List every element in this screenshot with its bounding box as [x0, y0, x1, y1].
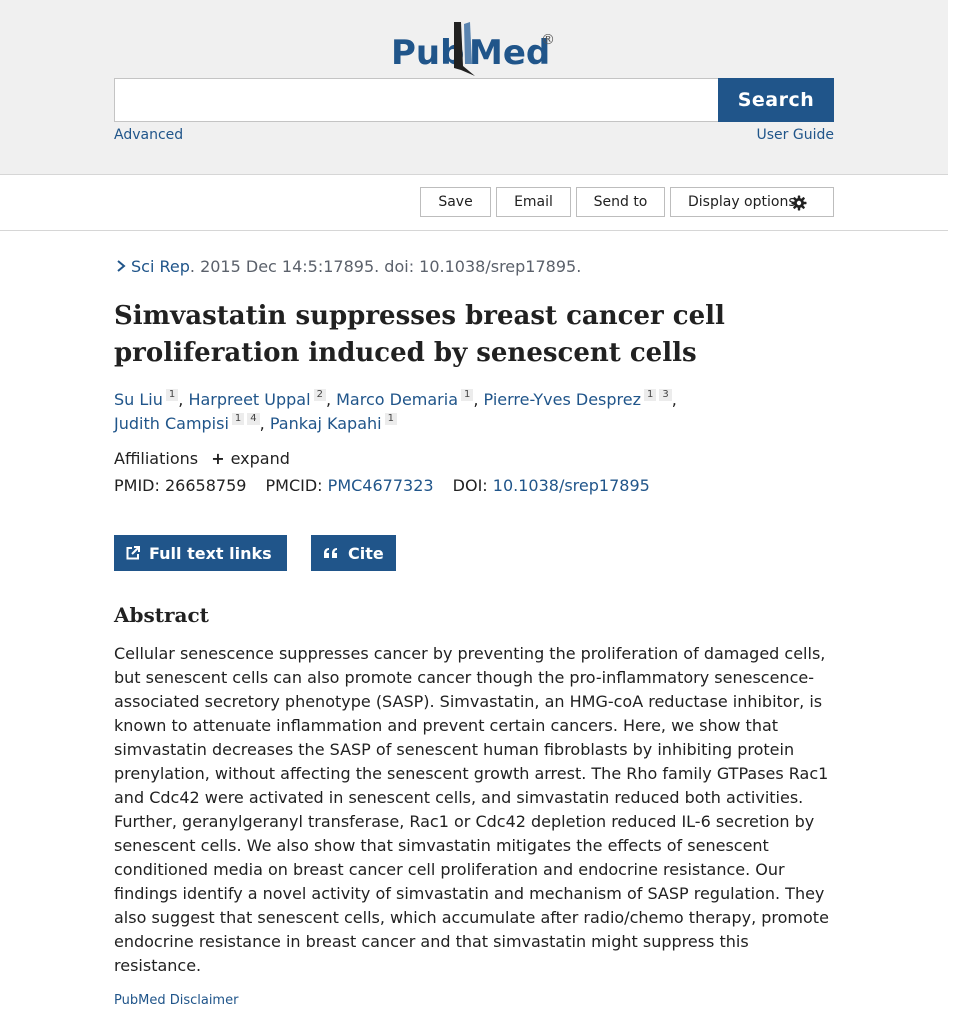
pubmed-logo[interactable]: Pub Med ® [391, 18, 561, 78]
chevron-right-icon[interactable] [114, 259, 128, 273]
pmid-label: PMID: [114, 476, 160, 495]
author-link[interactable]: Pankaj Kapahi [270, 414, 382, 433]
author-link[interactable]: Marco Demaria [336, 390, 458, 409]
full-text-links-button[interactable]: Full text links [114, 535, 287, 571]
author-separator: , [325, 390, 337, 409]
affiliation-number[interactable]: 1 [165, 389, 179, 401]
author-separator: , [178, 390, 189, 409]
advanced-search-link[interactable]: Advanced [114, 127, 183, 143]
affiliation-number[interactable]: 4 [247, 413, 260, 425]
cite-label: Cite [348, 543, 384, 563]
pmcid-label: PMCID: [265, 476, 323, 495]
affiliations-row: Affiliations + expand [114, 449, 290, 468]
svg-text:®: ® [541, 32, 555, 48]
email-button[interactable]: Email [496, 187, 571, 217]
affiliation-number[interactable]: 1 [384, 413, 397, 425]
plus-icon: + [211, 449, 225, 468]
citation-details: . 2015 Dec 14:5:17895. doi: 10.1038/srep… [189, 257, 582, 276]
article-identifiers: PMID: 26658759 PMCID: PMC4677323 DOI: 10… [114, 476, 650, 495]
expand-affiliations-button[interactable]: + expand [211, 449, 290, 468]
expand-label: expand [230, 449, 290, 468]
user-guide-link[interactable]: User Guide [757, 127, 834, 143]
article-title: Simvastatin suppresses breast cancer cel… [114, 301, 725, 368]
search-input[interactable] [114, 78, 718, 122]
author-list: Su Liu 1, Harpreet Uppal 2, Marco Demaria 1… [114, 388, 834, 436]
svg-text:Med: Med [469, 33, 550, 73]
display-options-label: Display options [688, 194, 796, 210]
quote-icon [324, 548, 337, 558]
affiliations-label: Affiliations [114, 449, 199, 468]
pubmed-disclaimer-link[interactable]: PubMed Disclaimer [114, 993, 238, 1008]
citation-line: Sci Rep. 2015 Dec 14:5:17895. doi: 10.10… [114, 257, 581, 276]
doi-link[interactable]: 10.1038/srep17895 [493, 476, 650, 495]
external-link-icon [126, 546, 140, 560]
abstract-text: Cellular senescence suppresses cancer by… [114, 644, 829, 975]
pmid-value: 26658759 [164, 476, 247, 495]
author-link[interactable]: Harpreet Uppal [188, 390, 310, 409]
full-text-links-label: Full text links [149, 543, 272, 563]
affiliation-number[interactable]: 1 [644, 389, 657, 401]
search-button[interactable]: Search [718, 78, 834, 122]
display-options-button[interactable]: Display options [670, 187, 834, 217]
author-link[interactable]: Pierre-Yves Desprez [484, 390, 641, 409]
author-link[interactable]: Judith Campisi [114, 414, 229, 433]
doi-label: DOI: [452, 476, 488, 495]
author-separator: , [259, 414, 270, 433]
pmcid-link[interactable]: PMC4677323 [328, 476, 434, 495]
action-bar: Save Email Send to Display options [0, 175, 948, 231]
author-link[interactable]: Su Liu [114, 390, 163, 409]
affiliation-number[interactable]: 1 [461, 389, 474, 401]
site-header: Pub Med ® Search Advanced User Guide [0, 0, 948, 175]
abstract-heading: Abstract [114, 603, 209, 627]
author-separator: , [671, 390, 677, 409]
affiliation-number[interactable]: 3 [659, 389, 672, 401]
save-button[interactable]: Save [420, 187, 491, 217]
author-separator: , [473, 390, 484, 409]
send-to-button[interactable]: Send to [576, 187, 665, 217]
affiliation-number[interactable]: 1 [231, 413, 245, 425]
journal-link[interactable]: Sci Rep [131, 257, 190, 276]
gear-icon [791, 195, 807, 211]
affiliation-number[interactable]: 2 [313, 389, 326, 401]
svg-text:Pub: Pub [391, 33, 464, 73]
cite-button[interactable]: Cite [311, 535, 396, 571]
